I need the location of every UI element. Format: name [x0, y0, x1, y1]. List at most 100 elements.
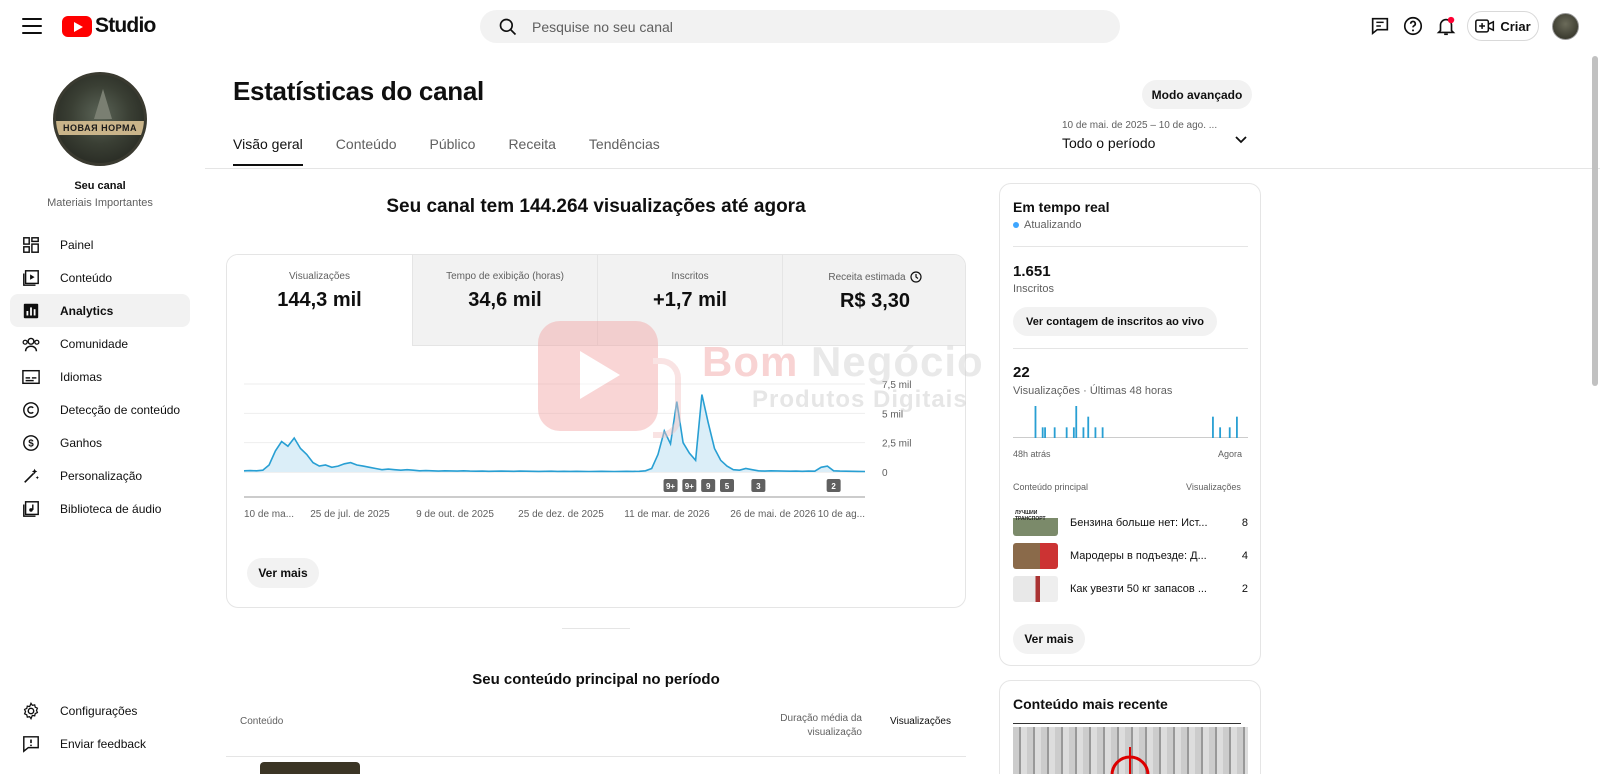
axis-end-label: Agora [1218, 449, 1243, 459]
sidebar-item-label: Detecção de conteúdo [60, 402, 181, 417]
notifications-icon[interactable] [1434, 14, 1458, 38]
metric-tab-watch-time[interactable]: Tempo de exibição (horas) 34,6 mil [412, 255, 597, 346]
studio-logo[interactable]: Studio [62, 14, 156, 38]
content-thumbnail[interactable] [260, 762, 360, 774]
live-subscriber-count-button[interactable]: Ver contagem de inscritos ao vivo [1013, 307, 1217, 336]
realtime-views-chart[interactable] [1013, 404, 1248, 438]
subtitles-icon [20, 366, 42, 388]
col-header-views[interactable]: Visualizações [890, 716, 951, 727]
recent-content-title: Conteúdo mais recente [1013, 696, 1168, 712]
tab-overview[interactable]: Visão geral [233, 136, 303, 166]
chart-bar [1228, 427, 1231, 438]
x-tick-label: 10 de ag... [818, 509, 865, 520]
top-content-title: Seu conteúdo principal no período [472, 671, 720, 688]
sidebar-item-label: Personalização [60, 468, 143, 483]
metric-tab-views[interactable]: Visualizações 144,3 mil [227, 255, 412, 346]
search-icon[interactable] [488, 17, 528, 37]
tab-trends[interactable]: Tendências [589, 136, 660, 166]
video-views: 2 [1241, 583, 1248, 595]
avatar-tower-graphic [94, 89, 112, 119]
list-item[interactable]: Мародеры в подъезде: Д... 4 [1013, 542, 1248, 570]
sidebar-item-audio[interactable]: Biblioteca de áudio [10, 492, 190, 525]
chart-bar [1065, 427, 1068, 438]
tab-revenue[interactable]: Receita [508, 136, 555, 166]
settings-icon [20, 700, 42, 722]
x-tick-label: 9 de out. de 2025 [416, 509, 494, 520]
metric-label: Inscritos [671, 271, 709, 282]
content-icon [20, 267, 42, 289]
advanced-mode-button[interactable]: Modo avançado [1142, 80, 1252, 109]
sidebar-item-personalizacao[interactable]: Personalização [10, 459, 190, 492]
analytics-tabs: Visão geral Conteúdo Público Receita Ten… [233, 136, 693, 166]
video-title: Бензина больше нет: Ист... [1070, 517, 1208, 529]
svg-text:$: $ [28, 438, 34, 449]
realtime-title: Em tempo real [1013, 199, 1110, 215]
divider [1013, 723, 1241, 724]
scrollbar[interactable] [1592, 56, 1598, 386]
date-range-picker[interactable]: 10 de mai. de 2025 – 10 de ago. ... Todo… [1062, 120, 1258, 151]
create-button[interactable]: Criar [1467, 11, 1539, 41]
list-item[interactable]: Как увезти 50 кг запасов ... 2 [1013, 575, 1248, 603]
views-chart[interactable]: 0 2,5 mil 5 mil 7,5 mil 9+ 9+ 9 5 3 2 10 de ma... 2… [227, 346, 966, 546]
sidebar-item-painel[interactable]: Painel [10, 228, 190, 261]
search-bar[interactable] [480, 10, 1120, 43]
customization-icon [20, 465, 42, 487]
sidebar-item-label: Comunidade [60, 336, 129, 351]
copyright-icon [20, 399, 42, 421]
sidebar-item-configuracoes[interactable]: Configurações [10, 694, 190, 727]
chart-bar [1101, 427, 1104, 438]
realtime-see-more-button[interactable]: Ver mais [1013, 624, 1085, 654]
account-avatar[interactable] [1552, 13, 1579, 40]
x-tick-label: 10 de ma... [244, 509, 294, 520]
metric-value: R$ 3,30 [839, 290, 911, 312]
axis-start-label: 48h atrás [1013, 449, 1051, 459]
list-item[interactable]: ЛУЧШИЙ ТРАНСПОРТ Бензина больше нет: Ист… [1013, 509, 1248, 537]
comments-icon[interactable] [1368, 14, 1392, 38]
create-video-icon [1475, 19, 1495, 33]
help-icon[interactable] [1401, 14, 1425, 38]
stats-card: Visualizações 144,3 mil Tempo de exibiçã… [226, 254, 966, 608]
chart-series-line [243, 394, 866, 473]
sidebar-item-feedback[interactable]: Enviar feedback [10, 727, 190, 760]
col-header-content[interactable]: Conteúdo [240, 716, 283, 727]
sidebar-item-idiomas[interactable]: Idiomas [10, 360, 190, 393]
video-title: Как увезти 50 кг запасов ... [1070, 583, 1207, 595]
sidebar: НОВАЯ НОРМА Seu canal Materiais Importan… [0, 52, 200, 774]
video-views: 8 [1241, 517, 1248, 529]
sidebar-item-label: Enviar feedback [60, 736, 147, 751]
crosshair-icon [1110, 747, 1150, 774]
channel-avatar[interactable]: НОВАЯ НОРМА [53, 72, 147, 166]
chart-bar [1053, 427, 1056, 438]
subscribers-label: Inscritos [1013, 283, 1054, 295]
sidebar-item-conteudo[interactable]: Conteúdo [10, 261, 190, 294]
youtube-logo-icon [62, 15, 92, 37]
annotation-label: 5 [725, 482, 730, 491]
menu-icon[interactable] [22, 18, 42, 34]
clock-icon [910, 271, 922, 283]
views-48h-value: 22 [1013, 364, 1030, 381]
realtime-status: Atualizando [1013, 219, 1082, 231]
metric-tab-revenue[interactable]: Receita estimada R$ 3,30 [782, 255, 965, 346]
x-tick-label: 25 de jul. de 2025 [310, 509, 390, 520]
channel-name: Seu canal [74, 180, 126, 192]
sidebar-item-deteccao[interactable]: Detecção de conteúdo [10, 393, 190, 426]
sidebar-item-analytics[interactable]: Analytics [10, 294, 190, 327]
x-tick-label: 25 de dez. de 2025 [518, 509, 604, 520]
section-divider [562, 628, 630, 629]
sidebar-item-ganhos[interactable]: $ Ganhos [10, 426, 190, 459]
sidebar-item-label: Analytics [60, 303, 114, 318]
search-input[interactable] [532, 18, 1092, 35]
chart-bar [1082, 427, 1085, 438]
col-header-avg-duration[interactable]: Duração média da visualização [780, 712, 862, 740]
chart-bar [1087, 416, 1090, 438]
dashboard-icon [20, 234, 42, 256]
see-more-button[interactable]: Ver mais [247, 558, 319, 588]
views-headline: Seu canal tem 144.264 visualizações até … [386, 196, 806, 217]
create-label: Criar [1500, 18, 1531, 34]
tab-audience[interactable]: Público [430, 136, 476, 166]
recent-content-thumbnail[interactable] [1013, 727, 1248, 774]
metric-tab-subscribers[interactable]: Inscritos +1,7 mil [597, 255, 782, 346]
sidebar-item-comunidade[interactable]: Comunidade [10, 327, 190, 360]
tab-content[interactable]: Conteúdo [336, 136, 397, 166]
sidebar-item-label: Painel [60, 237, 94, 252]
